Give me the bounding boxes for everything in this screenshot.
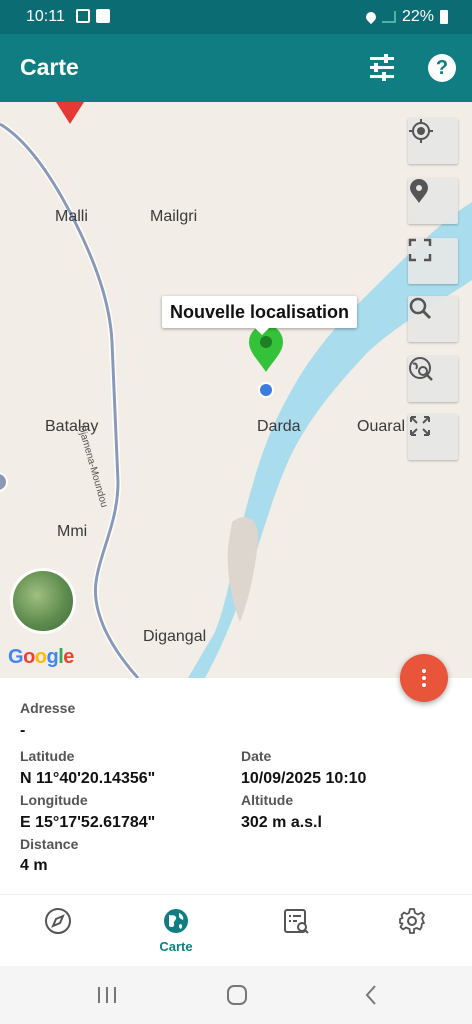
search-button[interactable] [408,296,458,342]
nav-item-list[interactable] [266,907,326,957]
my-location-icon [409,119,433,143]
address-label: Adresse [20,700,76,716]
gallery-icon [76,9,90,23]
status-time: 10:11 [26,8,65,25]
system-navigation-bar [0,966,472,1024]
home-icon [227,985,247,1005]
address-value: - [20,722,26,739]
place-label: Batalay [45,418,99,435]
place-label: Mmi [57,523,88,540]
altitude-value: 302 m a.s.l [241,814,322,831]
compass-icon [45,908,71,934]
status-bar: 10:11 22% [0,0,472,34]
globe-icon [164,909,188,933]
filter-icon[interactable] [368,54,398,82]
date-label: Date [241,748,272,764]
bottom-navigation: Carte [0,894,472,966]
my-location-button[interactable] [408,118,458,164]
fullscreen-icon [408,238,432,262]
nav-item-carte[interactable]: Carte [146,907,206,957]
place-button[interactable] [408,178,458,224]
nav-label-carte: Carte [159,939,193,954]
distance-value: 4 m [20,857,48,874]
distance-label: Distance [20,836,79,852]
red-marker-icon [56,102,84,124]
place-label: Mailgri [150,208,198,225]
map-view[interactable]: Malli Mailgri Batalay Darda Ouaral Mmi D… [0,102,472,678]
check-icon [96,9,110,23]
nav-item-compass[interactable] [28,907,88,957]
marker-callout: Nouvelle localisation [162,296,358,328]
app-bar: Carte ? [0,34,472,102]
help-icon[interactable]: ? [428,54,456,82]
back-button[interactable] [358,984,384,1006]
user-location-dot [258,382,274,398]
battery-level: 22% [401,8,434,25]
home-button[interactable] [224,984,250,1006]
google-logo: Google [8,646,74,669]
more-vert-icon [422,669,426,673]
search-icon [409,297,432,320]
expand-button[interactable] [408,414,458,460]
location-icon [363,9,379,25]
list-search-icon [284,909,309,934]
date-value: 10/09/2025 10:10 [241,770,367,787]
latitude-value: N 11°40'20.14356" [20,770,156,787]
longitude-value: E 15°17'52.61784" [20,814,156,831]
place-label: Digangal [143,628,207,645]
place-label: Malli [55,208,88,225]
place-icon [410,179,428,203]
battery-icon [440,10,448,24]
fullscreen-button[interactable] [408,238,458,284]
gear-icon [399,908,425,934]
latitude-label: Latitude [20,748,75,764]
map-attribution: Google [8,646,74,668]
altitude-label: Altitude [241,792,294,808]
satellite-toggle-thumbnail[interactable] [10,568,76,634]
signal-icon [381,11,396,23]
nav-item-settings[interactable] [382,907,442,957]
location-info-panel: Adresse - Latitude N 11°40'20.14356" Lon… [0,678,472,892]
more-options-button[interactable] [400,654,448,702]
back-icon [365,985,376,1005]
place-label: Ouaral [357,418,406,435]
expand-icon [410,416,430,436]
recent-apps-icon [98,987,116,1003]
recent-apps-button[interactable] [94,984,120,1006]
edge-marker-icon [0,472,8,492]
search-area-icon [409,357,433,381]
search-area-button[interactable] [408,356,458,402]
longitude-label: Longitude [20,792,88,808]
page-title: Carte [20,54,79,80]
place-label: Darda [257,418,301,435]
